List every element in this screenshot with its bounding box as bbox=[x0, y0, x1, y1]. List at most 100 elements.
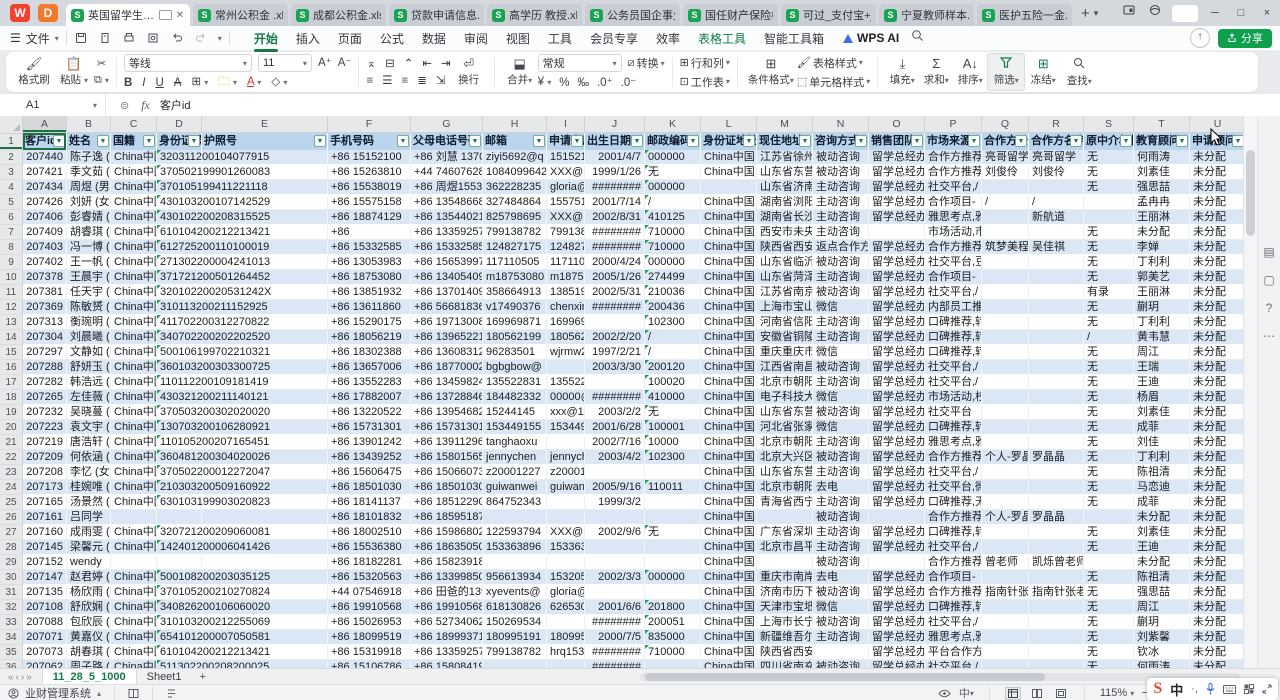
cell-P25[interactable]: 口碑推荐,无 bbox=[925, 495, 982, 510]
cell-D7[interactable]: 610104200212213421 bbox=[157, 225, 202, 240]
cell-K31[interactable] bbox=[645, 585, 701, 600]
cell-G36[interactable]: +86 1580841990 bbox=[411, 660, 483, 668]
cell-D25[interactable]: 630103199903020823 bbox=[157, 495, 202, 510]
cell-H9[interactable]: 117110505 bbox=[483, 255, 547, 270]
cell-U30[interactable]: 未分配 bbox=[1190, 570, 1243, 585]
cell-Q27[interactable] bbox=[982, 525, 1029, 540]
cell-P27[interactable]: 口碑推荐,转 bbox=[925, 525, 982, 540]
cell-A7[interactable]: 207409 bbox=[23, 225, 67, 240]
cell-K19[interactable]: 无 bbox=[645, 405, 701, 420]
cell-G4[interactable]: +86 周煜155380 bbox=[411, 180, 483, 195]
cell-F28[interactable]: +86 15536380 bbox=[328, 540, 411, 555]
cell-M19[interactable]: 山东省东营 bbox=[757, 405, 813, 420]
row-number-9[interactable]: 9 bbox=[0, 255, 23, 270]
menu-item[interactable]: 表格工具 bbox=[689, 27, 755, 50]
cell-S12[interactable]: 无 bbox=[1084, 300, 1134, 315]
cell-S29[interactable] bbox=[1084, 555, 1134, 570]
cell-A21[interactable]: 207219 bbox=[23, 435, 67, 450]
filter-dropdown-M[interactable]: ▼ bbox=[799, 135, 811, 147]
cell-S21[interactable]: 无 bbox=[1084, 435, 1134, 450]
system-name[interactable]: 业财管理系统 bbox=[25, 685, 91, 700]
cell-J25[interactable]: 1999/3/2 bbox=[585, 495, 645, 510]
row-number-19[interactable]: 19 bbox=[0, 405, 23, 420]
row-number-24[interactable]: 24 bbox=[0, 480, 23, 495]
cell-K15[interactable]: / bbox=[645, 345, 701, 360]
cell-P22[interactable]: 合作方推荐 bbox=[925, 450, 982, 465]
cell-P26[interactable]: 合作方推荐 bbox=[925, 510, 982, 525]
cell-U34[interactable]: 未分配 bbox=[1190, 630, 1243, 645]
cell-A27[interactable]: 207160 bbox=[23, 525, 67, 540]
cell-C36[interactable]: China中国 bbox=[111, 660, 157, 668]
filter-dropdown-Q[interactable]: ▼ bbox=[1015, 135, 1027, 147]
cell-R35[interactable] bbox=[1029, 645, 1084, 660]
cell-J11[interactable]: 2002/5/31 bbox=[585, 285, 645, 300]
cell-K7[interactable]: 710000 bbox=[645, 225, 701, 240]
cell-S13[interactable]: 无 bbox=[1084, 315, 1134, 330]
cell-M32[interactable]: 天津市宝坻 bbox=[757, 600, 813, 615]
cell-K14[interactable]: / bbox=[645, 330, 701, 345]
cell-A10[interactable]: 207378 bbox=[23, 270, 67, 285]
cell-I29[interactable] bbox=[547, 555, 585, 570]
comments-panel-icon[interactable]: ▢ bbox=[1263, 274, 1274, 286]
cell-R10[interactable] bbox=[1029, 270, 1084, 285]
cell-A32[interactable]: 207108 bbox=[23, 600, 67, 615]
cell-Q12[interactable] bbox=[982, 300, 1029, 315]
cell-L14[interactable]: China中国 bbox=[701, 330, 757, 345]
row-number-12[interactable]: 12 bbox=[0, 300, 23, 315]
page-break-view-button[interactable] bbox=[1053, 687, 1069, 700]
print-preview-icon[interactable] bbox=[146, 31, 161, 46]
filter-dropdown-J[interactable]: ▼ bbox=[631, 135, 643, 147]
file-menu[interactable]: ☰ 文件 ▾ bbox=[10, 30, 59, 47]
paste-button[interactable]: 📋 粘贴 ▾ bbox=[54, 53, 94, 91]
cell-R12[interactable] bbox=[1029, 300, 1084, 315]
cell-Q31[interactable]: 指南针张老 bbox=[982, 585, 1029, 600]
header-cell-L1[interactable]: 身份证地址▼ bbox=[701, 133, 757, 150]
cell-K23[interactable] bbox=[645, 465, 701, 480]
cell-M31[interactable]: 济南市历下 bbox=[757, 585, 813, 600]
cell-C26[interactable] bbox=[111, 510, 157, 525]
cell-O23[interactable]: 留学总经办 bbox=[869, 465, 925, 480]
filter-dropdown-R[interactable]: ▼ bbox=[1070, 135, 1082, 147]
cell-H14[interactable]: 180562199 bbox=[483, 330, 547, 345]
cell-H21[interactable]: tanghaoxu bbox=[483, 435, 547, 450]
name-box[interactable]: A1 ▾ bbox=[0, 94, 106, 116]
cell-I18[interactable]: 00000@qq@ bbox=[547, 390, 585, 405]
header-cell-O1[interactable]: 销售团队▼ bbox=[869, 133, 925, 150]
cell-P10[interactable]: 合作项目- bbox=[925, 270, 982, 285]
cell-A15[interactable]: 207297 bbox=[23, 345, 67, 360]
cell-B4[interactable]: 周煜 (男) bbox=[67, 180, 111, 195]
cell-C34[interactable]: China中国 bbox=[111, 630, 157, 645]
cell-H25[interactable]: 864752343 bbox=[483, 495, 547, 510]
header-cell-D1[interactable]: 身份证号▼ bbox=[157, 133, 202, 150]
cell-U19[interactable]: 未分配 bbox=[1190, 405, 1243, 420]
cell-N10[interactable]: 主动咨询 bbox=[813, 270, 869, 285]
avatar[interactable] bbox=[1172, 5, 1198, 22]
cell-Q28[interactable] bbox=[982, 540, 1029, 555]
cell-L36[interactable]: China中国 bbox=[701, 660, 757, 668]
cell-L30[interactable]: China中国 bbox=[701, 570, 757, 585]
cell-S20[interactable]: 无 bbox=[1084, 420, 1134, 435]
cell-H31[interactable]: xyevents@ bbox=[483, 585, 547, 600]
cell-I12[interactable]: chenxinyu bbox=[547, 300, 585, 315]
cell-I33[interactable] bbox=[547, 615, 585, 630]
cell-O21[interactable]: 留学总经办 bbox=[869, 435, 925, 450]
cell-D32[interactable]: 340826200106060020 bbox=[157, 600, 202, 615]
cell-L13[interactable]: China中国 bbox=[701, 315, 757, 330]
convert-button[interactable]: ⧄ 转换▾ bbox=[628, 55, 665, 71]
cell-F25[interactable]: +86 18141137 bbox=[328, 495, 411, 510]
cell-H17[interactable]: 135522831 bbox=[483, 375, 547, 390]
cell-M25[interactable]: 青海省西宁 bbox=[757, 495, 813, 510]
cell-D10[interactable]: 371721200501264452 bbox=[157, 270, 202, 285]
cell-L16[interactable]: China中国 bbox=[701, 360, 757, 375]
cell-U6[interactable]: 未分配 bbox=[1190, 210, 1243, 225]
horizontal-scrollbar-thumb[interactable] bbox=[645, 673, 1045, 681]
cell-P21[interactable]: 雅思考点,雅 bbox=[925, 435, 982, 450]
increase-decimal-icon[interactable]: .0⁺ bbox=[597, 76, 613, 90]
cell-O5[interactable]: 留学总经办 bbox=[869, 195, 925, 210]
cell-P35[interactable]: 平台合作方 bbox=[925, 645, 982, 660]
cell-M12[interactable]: 上海市宝山 bbox=[757, 300, 813, 315]
cell-C29[interactable] bbox=[111, 555, 157, 570]
cell-G2[interactable]: +86 刘慧 137052 bbox=[411, 150, 483, 165]
cell-T23[interactable]: 陈祖清 bbox=[1134, 465, 1190, 480]
cell-D16[interactable]: 360103200303300725 bbox=[157, 360, 202, 375]
